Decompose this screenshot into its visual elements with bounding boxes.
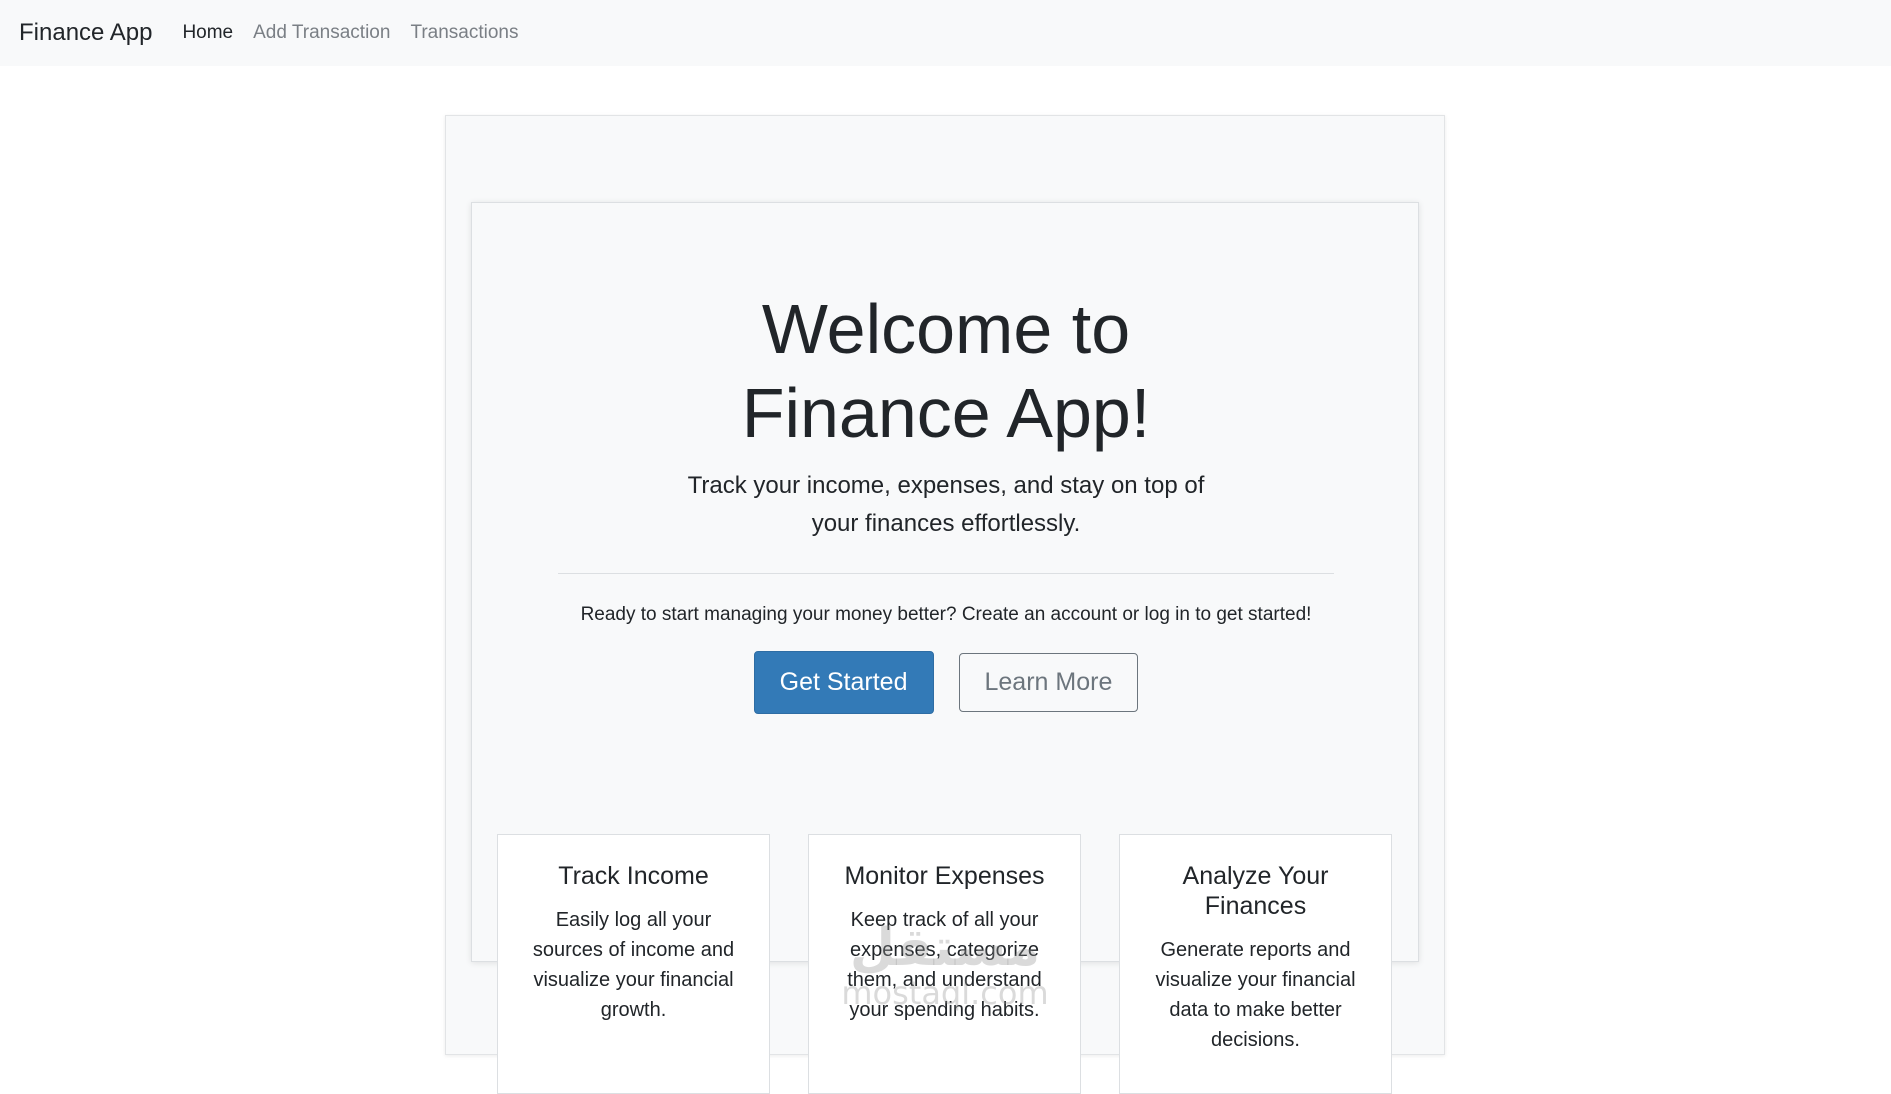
feature-card-track-income: Track Income Easily log all your sources… — [497, 834, 770, 1094]
feature-text: Easily log all your sources of income an… — [532, 909, 735, 1021]
learn-more-button[interactable]: Learn More — [958, 653, 1139, 712]
feature-title: Monitor Expenses — [844, 862, 1045, 890]
feature-text: Keep track of all your expenses, categor… — [847, 909, 1042, 1021]
get-started-button[interactable]: Get Started — [753, 651, 934, 714]
hero-lead: Track your income, expenses, and stay on… — [687, 472, 1205, 537]
feature-text: Generate reports and visualize your fina… — [1155, 939, 1356, 1051]
nav-link-transactions[interactable]: Transactions — [410, 22, 518, 44]
feature-card-monitor-expenses: Monitor Expenses Keep track of all your … — [808, 834, 1081, 1094]
feature-title: Analyze Your Finances — [1182, 862, 1329, 920]
feature-title: Track Income — [558, 862, 709, 890]
nav-link-add-transaction[interactable]: Add Transaction — [253, 22, 390, 44]
main-container: Welcome to Finance App! Track your incom… — [445, 115, 1445, 1094]
navbar: Finance App Home Add Transaction Transac… — [0, 0, 1891, 66]
hero-button-row: Get Started Learn More — [472, 651, 1420, 714]
nav-link-home[interactable]: Home — [182, 22, 233, 44]
brand-link[interactable]: Finance App — [19, 19, 152, 47]
hero-prompt: Ready to start managing your money bette… — [580, 604, 1312, 625]
hero-title: Welcome to Finance App! — [741, 290, 1151, 452]
feature-card-analyze-finances: Analyze Your Finances Generate reports a… — [1119, 834, 1392, 1094]
hero-divider — [558, 573, 1334, 574]
